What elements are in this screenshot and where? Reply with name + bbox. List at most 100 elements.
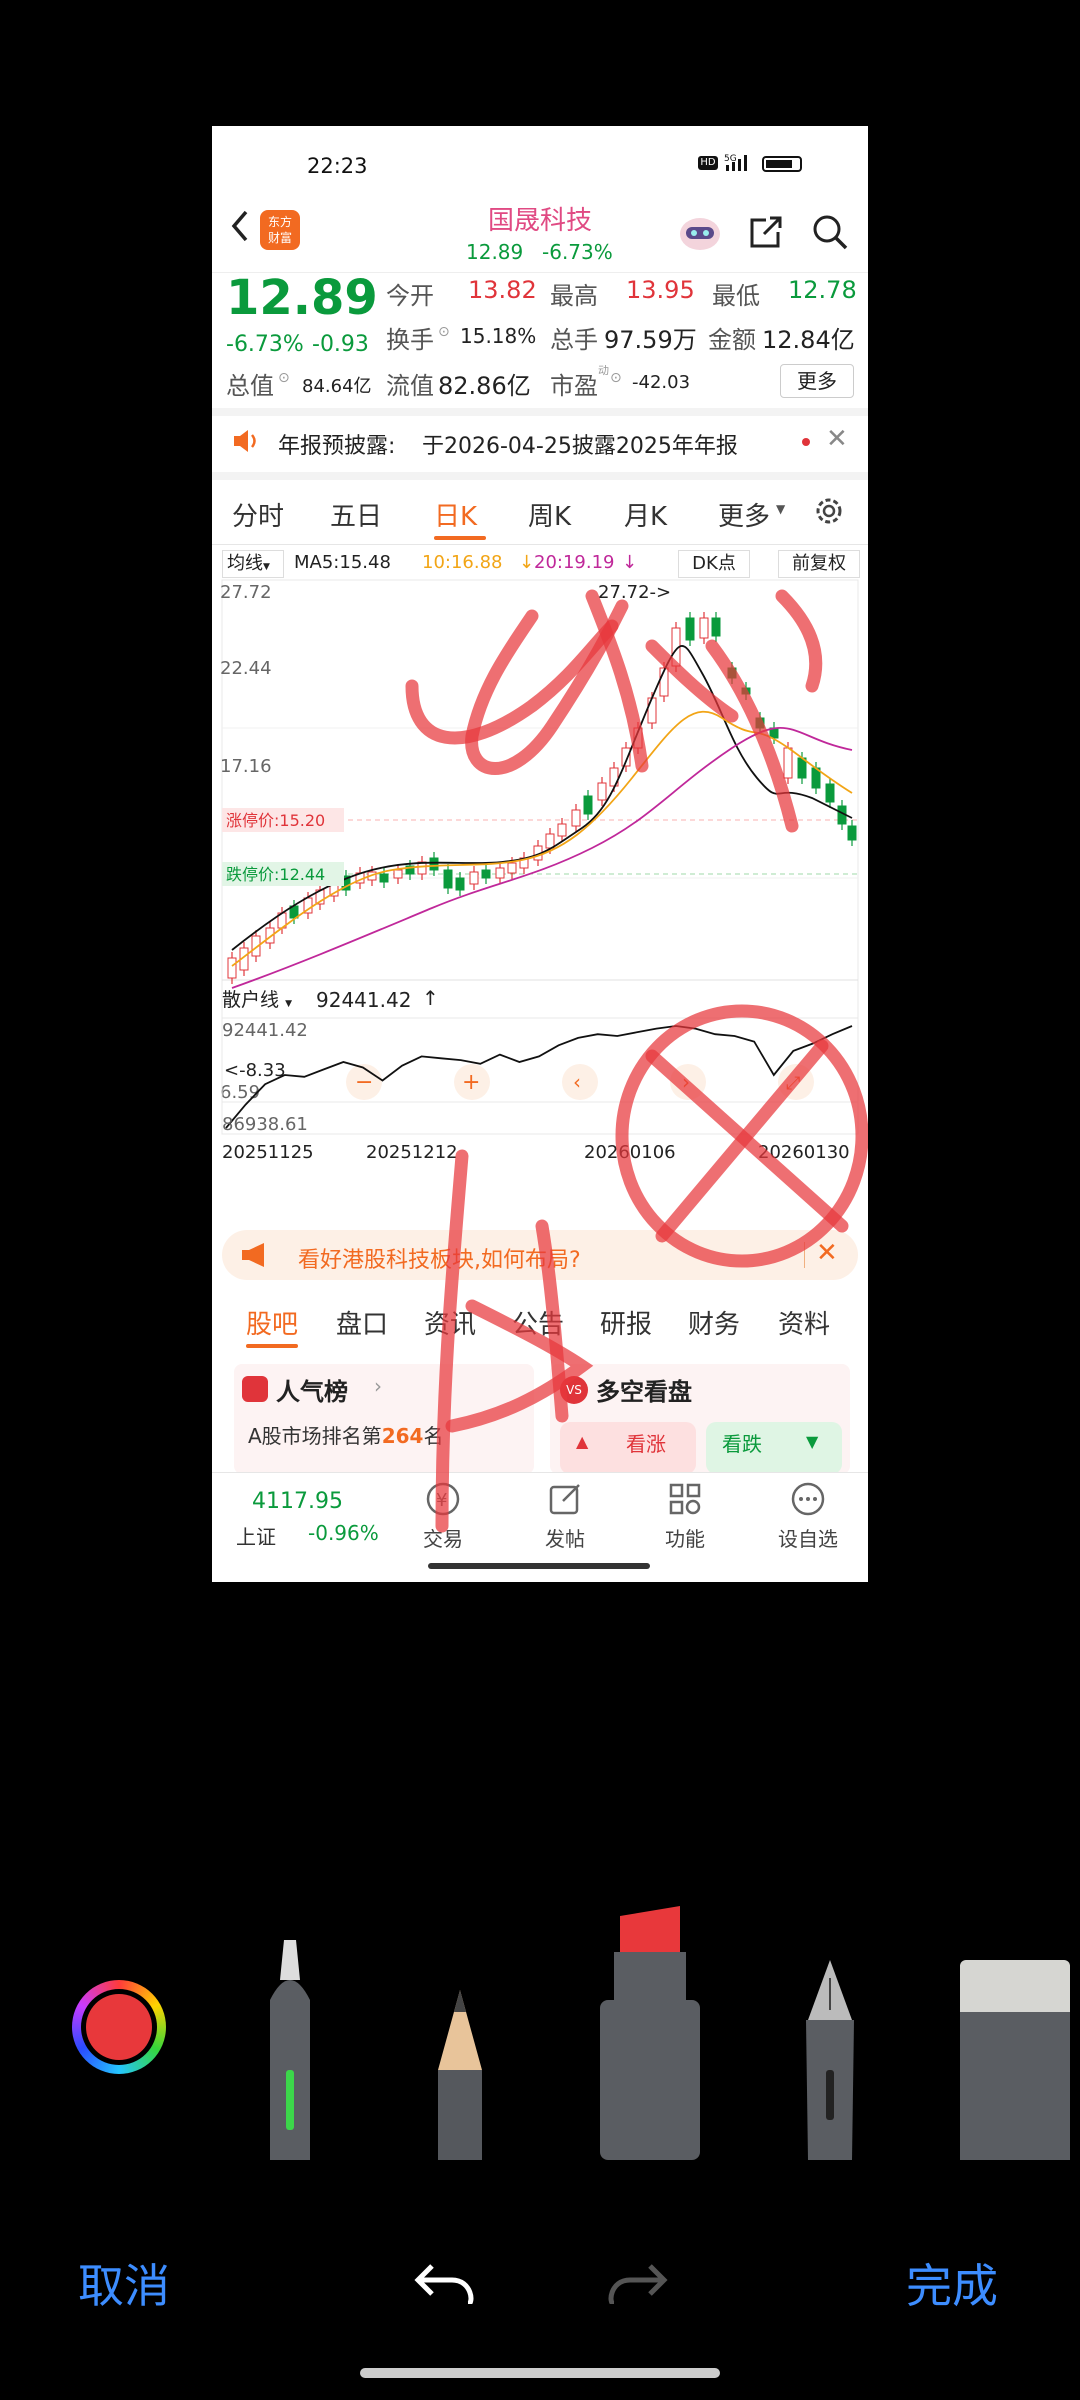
ind-min-label: 86938.61 bbox=[222, 1114, 308, 1135]
tab-zhouk[interactable]: 周K bbox=[528, 496, 571, 533]
tab-more[interactable]: 更多 bbox=[718, 496, 770, 533]
candle bbox=[711, 617, 721, 637]
nav-trade[interactable]: ¥ 交易 bbox=[408, 1479, 478, 1563]
ymax-label: 27.72 bbox=[220, 582, 272, 603]
open-label: 今开 bbox=[386, 282, 434, 310]
tab-announcements[interactable]: 公告 bbox=[512, 1304, 564, 1341]
nav-function[interactable]: 功能 bbox=[650, 1479, 720, 1563]
logo-text-top: 东方 bbox=[267, 215, 292, 229]
tab-news[interactable]: 资讯 bbox=[424, 1304, 476, 1341]
marker-tool[interactable] bbox=[580, 1900, 710, 2160]
status-time: 22:23 bbox=[307, 154, 368, 178]
info-icon: ⊙ bbox=[438, 324, 450, 340]
megaphone-icon bbox=[240, 1241, 270, 1269]
nav-watchlist[interactable]: 设自选 bbox=[768, 1479, 848, 1563]
candle bbox=[597, 782, 607, 801]
index-value: 4117.95 bbox=[252, 1489, 343, 1514]
ma5-value: MA5:15.48 bbox=[294, 552, 391, 573]
candle bbox=[699, 617, 709, 639]
tab-guba[interactable]: 股吧 bbox=[246, 1304, 298, 1341]
tab-finance[interactable]: 财务 bbox=[688, 1304, 740, 1341]
candle bbox=[507, 862, 517, 874]
undo-icon[interactable] bbox=[412, 2248, 482, 2304]
down-arrow-icon: ↓ bbox=[622, 552, 638, 573]
down-triangle-icon: ▼ bbox=[806, 1432, 819, 1451]
fountain-pen-tool[interactable] bbox=[780, 1960, 880, 2160]
index-name: 上证 bbox=[236, 1525, 276, 1549]
ma-button[interactable]: 均线▼ bbox=[222, 550, 284, 578]
color-picker-button[interactable] bbox=[72, 1980, 166, 2074]
popularity-card[interactable]: 人气榜 › A股市场排名第264名 bbox=[234, 1364, 534, 1474]
share-icon[interactable] bbox=[746, 212, 786, 252]
long-short-card[interactable]: VS 多空看盘 看涨 ▲ 看跌 ▼ bbox=[550, 1364, 850, 1474]
candle bbox=[393, 869, 403, 879]
pen-toolbar bbox=[0, 1900, 1080, 2200]
close-icon[interactable]: ✕ bbox=[816, 1238, 838, 1268]
candle bbox=[227, 957, 237, 979]
search-icon[interactable] bbox=[810, 212, 850, 252]
more-button[interactable]: 更多 bbox=[780, 364, 854, 398]
candle bbox=[783, 747, 793, 779]
mcap-value: 84.64亿 bbox=[302, 376, 372, 397]
unread-dot bbox=[802, 438, 810, 446]
indicator-value: 92441.42 bbox=[316, 988, 412, 1012]
gear-icon[interactable] bbox=[812, 494, 846, 528]
pencil-tool[interactable] bbox=[410, 1980, 510, 2160]
tab-research[interactable]: 研报 bbox=[600, 1304, 652, 1341]
bottom-nav: 4117.95 上证 -0.96% ¥ 交易 发帖 功能 设自选 bbox=[212, 1472, 868, 1582]
indicator-chart[interactable]: 92441.42 86938.61 20251125 20251212 2026… bbox=[212, 1016, 868, 1162]
redo-icon[interactable] bbox=[600, 2248, 670, 2304]
ma10-value: 10:16.88 bbox=[422, 552, 503, 573]
tab-yuek[interactable]: 月K bbox=[624, 496, 667, 533]
ballpoint-pen-tool[interactable] bbox=[240, 1940, 340, 2160]
nav-post-label: 发帖 bbox=[545, 1527, 585, 1551]
y2-label: 22.44 bbox=[220, 658, 272, 679]
bull-button[interactable]: 看涨 ▲ bbox=[560, 1422, 696, 1474]
app-screen: 22:23 HD 5G 东方 财富 国晟科技 12.89 -6.73% 12.89… bbox=[212, 126, 868, 1582]
candle bbox=[755, 717, 765, 729]
vs-title: 多空看盘 bbox=[596, 1378, 692, 1406]
bear-button[interactable]: 看跌 ▼ bbox=[706, 1422, 842, 1474]
notice-text[interactable]: 于2026-04-25披露2025年年报 bbox=[422, 428, 738, 460]
turnover-value: 15.18% bbox=[460, 324, 537, 348]
tab-pankou[interactable]: 盘口 bbox=[336, 1304, 388, 1341]
close-icon[interactable]: ✕ bbox=[826, 424, 848, 454]
candle bbox=[583, 795, 593, 815]
dk-button[interactable]: DK点 bbox=[678, 550, 750, 578]
down-arrow-icon: ↓ bbox=[519, 552, 535, 573]
candle bbox=[741, 687, 751, 695]
cancel-button[interactable]: 取消 bbox=[78, 2250, 170, 2316]
header-price: 12.89 bbox=[466, 240, 524, 264]
float-label: 流值 bbox=[386, 372, 434, 400]
eraser-tool[interactable] bbox=[960, 1960, 1080, 2160]
candle bbox=[571, 809, 581, 827]
content-tabs: 股吧 盘口 资讯 公告 研报 财务 资料 bbox=[212, 1292, 868, 1352]
ma20-value: 20:19.19 bbox=[534, 552, 615, 573]
tab-wuri[interactable]: 五日 bbox=[330, 496, 382, 533]
rank-text-a: A股市场排名第 bbox=[248, 1424, 382, 1448]
promo-banner[interactable]: 看好港股科技板块,如何布局? ✕ bbox=[222, 1230, 858, 1280]
rank-text: A股市场排名第264名 bbox=[248, 1420, 443, 1449]
limit-down-label: 跌停价:12.44 bbox=[226, 865, 325, 884]
candle bbox=[847, 825, 857, 841]
period-tabs: 分时 五日 日K 周K 月K 更多 ▼ bbox=[212, 484, 868, 544]
tab-fenshi[interactable]: 分时 bbox=[232, 496, 284, 533]
logo-text-bottom: 财富 bbox=[267, 231, 292, 245]
ma-button-label: 均线 bbox=[227, 553, 263, 574]
pe-sup: 动 bbox=[598, 364, 609, 377]
last-price: 12.89 bbox=[226, 270, 378, 326]
nav-post[interactable]: 发帖 bbox=[530, 1479, 600, 1563]
tab-profile[interactable]: 资料 bbox=[778, 1304, 830, 1341]
tab-rik[interactable]: 日K bbox=[434, 496, 477, 533]
back-icon[interactable] bbox=[226, 206, 254, 246]
robot-icon[interactable] bbox=[678, 212, 722, 252]
done-button[interactable]: 完成 bbox=[906, 2250, 998, 2316]
info-icon: ⊙ bbox=[278, 370, 290, 386]
battery-icon bbox=[762, 156, 802, 172]
high-label: 最高 bbox=[550, 282, 598, 310]
indicator-select[interactable]: 散户线 ▼ bbox=[222, 986, 322, 1016]
adjust-button[interactable]: 前复权 bbox=[778, 550, 860, 578]
low-label: 最低 bbox=[712, 282, 760, 310]
low-value: 12.78 bbox=[788, 276, 857, 304]
bear-label: 看跌 bbox=[722, 1432, 762, 1456]
